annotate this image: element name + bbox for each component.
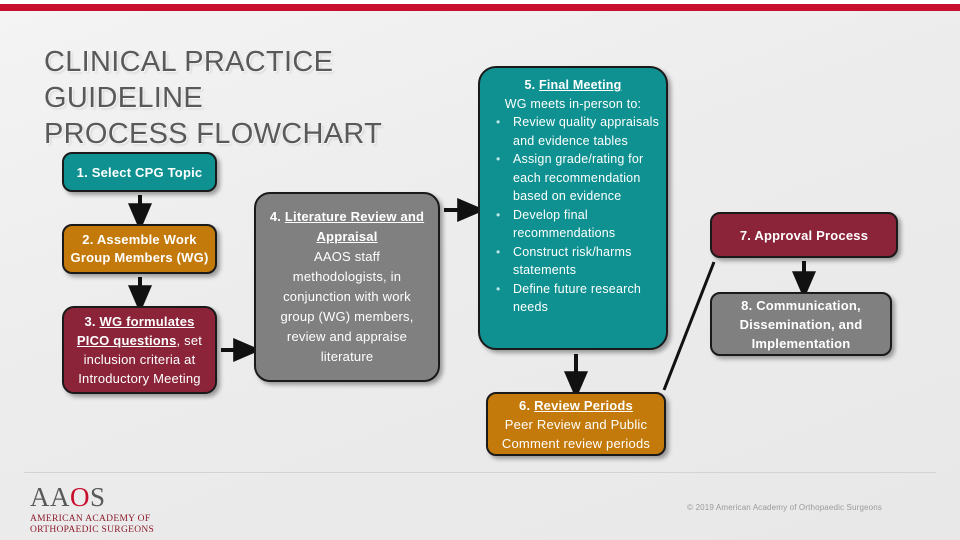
- flow-box-2-assemble-work-group[interactable]: 2. Assemble Work Group Members (WG): [62, 224, 217, 274]
- box-3-number: 3.: [84, 314, 100, 329]
- wordmark-s: S: [90, 482, 106, 512]
- copyright-text: © 2019 American Academy of Orthopaedic S…: [687, 503, 882, 512]
- box-5-lead: WG meets in-person to:: [504, 96, 642, 111]
- flow-box-4-literature-review[interactable]: 4. Literature Review and Appraisal AAOS s…: [254, 192, 440, 382]
- box-5-heading: Final Meeting: [539, 78, 622, 92]
- box-5-number: 5.: [524, 78, 540, 92]
- box-7-label: 7. Approval Process: [739, 227, 869, 243]
- aaos-wordmark: AAOS: [30, 484, 220, 512]
- list-item: Define future research needs: [486, 280, 660, 317]
- wordmark-aa: AA: [30, 482, 70, 512]
- wordmark-o-icon: O: [70, 482, 90, 512]
- footer-divider: [24, 472, 936, 473]
- box-5-bullet-list: Review quality appraisals and evidence t…: [486, 113, 660, 317]
- top-accent-bar: [0, 4, 960, 11]
- box-6-body: Peer Review and Public Comment review pe…: [501, 416, 651, 451]
- flow-box-8-communication[interactable]: 8. Communication, Dissemination, and Imp…: [710, 292, 892, 356]
- box-6-heading: Review Periods: [534, 397, 633, 413]
- box-8-label: 8. Communication, Dissemination, and Imp…: [739, 297, 863, 351]
- list-item: Review quality appraisals and evidence t…: [486, 113, 660, 150]
- list-item: Construct risk/harms statements: [486, 243, 660, 280]
- box-2-label: 2. Assemble Work Group Members (WG): [70, 232, 209, 265]
- flow-box-6-review-periods[interactable]: 6. Review Periods Peer Review and Public …: [486, 392, 666, 456]
- box-6-number: 6.: [519, 397, 535, 413]
- aaos-tagline: AMERICAN ACADEMY OF ORTHOPAEDIC SURGEONS: [30, 514, 155, 535]
- list-item: Develop final recommendations: [486, 206, 660, 243]
- slide-canvas: CLINICAL PRACTICE GUIDELINE PROCESS FLOW…: [0, 0, 960, 540]
- box-4-heading: Literature Review and Appraisal: [284, 209, 425, 244]
- box-4-body: AAOS staff methodologists, in conjunctio…: [280, 249, 414, 364]
- page-title: CLINICAL PRACTICE GUIDELINE PROCESS FLOW…: [44, 46, 383, 150]
- box-4-number: 4.: [269, 209, 285, 224]
- box-6-text: 6. Review Periods Peer Review and Public …: [488, 396, 664, 453]
- aaos-logo: AAOS AMERICAN ACADEMY OF ORTHOPAEDIC SUR…: [30, 484, 220, 536]
- flow-box-3-pico-questions[interactable]: 3. WG formulates PICO questions, set inc…: [62, 306, 217, 394]
- box-3-text: 3. WG formulates PICO questions, set inc…: [70, 312, 209, 388]
- box-5-title: 5. Final Meeting: [486, 76, 660, 95]
- box-4-text: 4. Literature Review and Appraisal AAOS s…: [266, 207, 428, 367]
- box-1-label: 1. Select CPG Topic: [76, 164, 203, 180]
- flow-box-1-select-cpg-topic[interactable]: 1. Select CPG Topic: [62, 152, 217, 192]
- flow-box-7-approval-process[interactable]: 7. Approval Process: [710, 212, 898, 258]
- list-item: Assign grade/rating for each recommendat…: [486, 150, 660, 206]
- flow-box-5-final-meeting[interactable]: 5. Final Meeting WG meets in-person to: …: [478, 66, 668, 350]
